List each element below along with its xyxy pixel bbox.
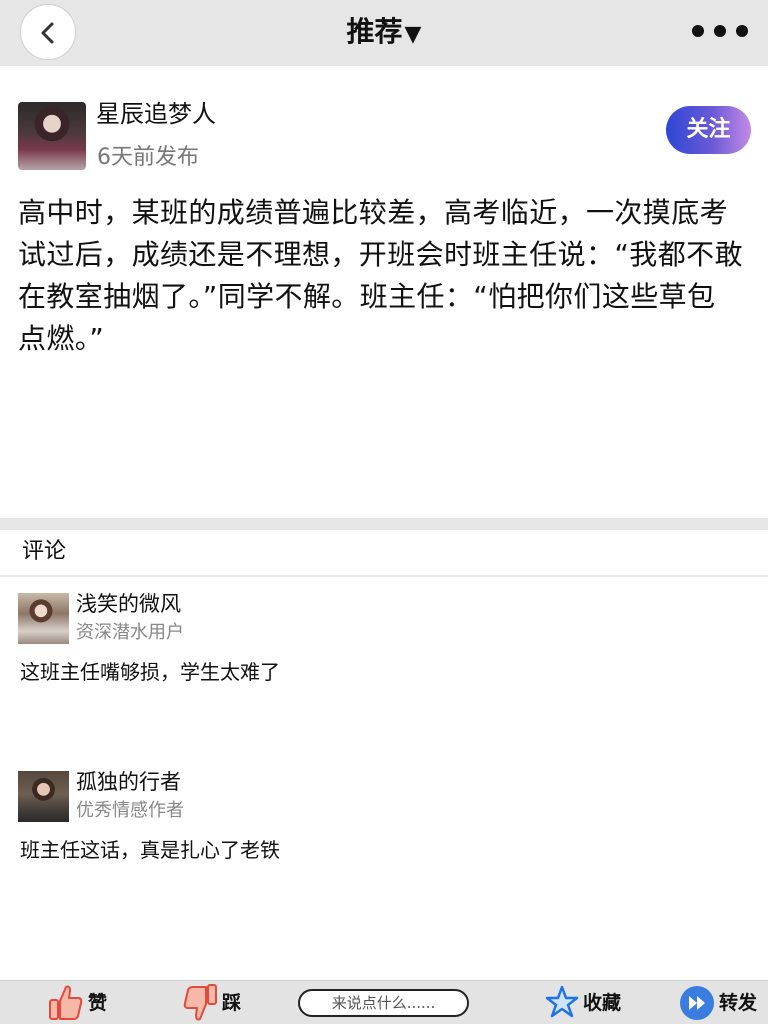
thumbs-down-icon: [183, 984, 217, 1021]
author-name[interactable]: 星辰追梦人: [96, 98, 216, 130]
bottom-action-bar: 赞 踩 来说点什么...... 收藏 转发: [0, 980, 768, 1024]
favorite-button[interactable]: 收藏: [545, 983, 625, 1023]
share-label: 转发: [719, 992, 758, 1014]
post-body: 高中时，某班的成绩普遍比较差，高考临近，一次摸底考试过后，成绩还是不理想，开班会…: [18, 196, 743, 355]
follow-button[interactable]: 关注: [666, 106, 751, 154]
thumbs-up-icon: [49, 985, 83, 1020]
commenter-tag: 资深潜水用户: [76, 622, 184, 643]
commenter-avatar[interactable]: [18, 771, 69, 822]
comment-text: 这班主任嘴够损，学生太难了: [20, 660, 280, 684]
like-label: 赞: [88, 992, 108, 1014]
comment-item: 孤独的行者 优秀情感作者 班主任这话，真是扎心了老铁: [0, 770, 768, 891]
like-button[interactable]: 赞: [48, 983, 112, 1023]
dislike-button[interactable]: 踩: [182, 983, 246, 1023]
commenter-name[interactable]: 浅笑的微风: [76, 589, 181, 619]
top-bar: 推荐▼: [0, 0, 768, 66]
share-forward-icon: [680, 986, 714, 1020]
more-dot-icon: [692, 25, 704, 37]
feed-selector[interactable]: 推荐▼: [0, 14, 768, 53]
more-dot-icon: [714, 25, 726, 37]
section-divider: [0, 518, 768, 530]
feed-title: 推荐: [346, 15, 403, 48]
commenter-avatar[interactable]: [18, 593, 69, 644]
comments-divider: [0, 575, 768, 577]
star-icon: [545, 985, 579, 1018]
more-dot-icon: [736, 25, 748, 37]
commenter-tag: 优秀情感作者: [76, 800, 184, 821]
commenter-name[interactable]: 孤独的行者: [76, 767, 181, 797]
author-avatar[interactable]: [18, 102, 86, 170]
comment-text: 班主任这话，真是扎心了老铁: [20, 838, 280, 862]
share-button[interactable]: 转发: [679, 983, 763, 1023]
post-timestamp: 6天前发布: [97, 145, 199, 170]
more-options-button[interactable]: [688, 22, 752, 40]
dislike-label: 踩: [222, 992, 242, 1014]
favorite-label: 收藏: [583, 992, 622, 1014]
comment-item: 浅笑的微风 资深潜水用户 这班主任嘴够损，学生太难了: [0, 592, 768, 713]
dropdown-caret-icon: ▼: [404, 22, 422, 47]
comments-heading: 评论: [22, 539, 67, 564]
comment-input[interactable]: 来说点什么......: [298, 989, 469, 1017]
